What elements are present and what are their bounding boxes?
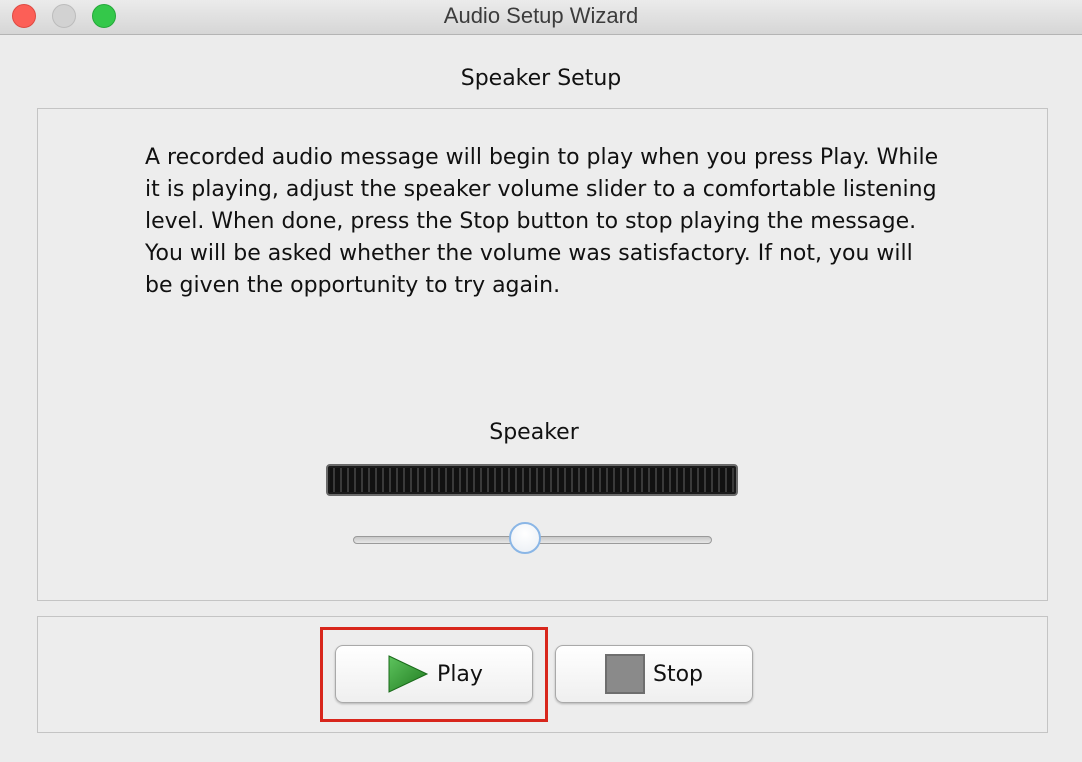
instructions-text: A recorded audio message will begin to p… <box>145 145 939 298</box>
play-button[interactable]: Play <box>335 645 533 703</box>
play-button-label: Play <box>437 661 483 687</box>
stop-button-label: Stop <box>652 661 703 687</box>
button-panel: Play Stop <box>37 616 1048 733</box>
section-title: Speaker Setup <box>460 66 622 91</box>
stop-button[interactable]: Stop <box>555 645 753 703</box>
title-bar: Audio Setup Wizard <box>0 0 1082 35</box>
stop-icon <box>604 654 645 694</box>
speaker-label: Speaker <box>489 420 579 445</box>
window-title: Audio Setup Wizard <box>443 3 639 28</box>
play-icon <box>388 655 429 693</box>
speaker-setup-panel: A recorded audio message will begin to p… <box>37 108 1048 601</box>
speaker-level-meter <box>326 464 738 496</box>
speaker-volume-slider-thumb[interactable] <box>509 522 542 554</box>
